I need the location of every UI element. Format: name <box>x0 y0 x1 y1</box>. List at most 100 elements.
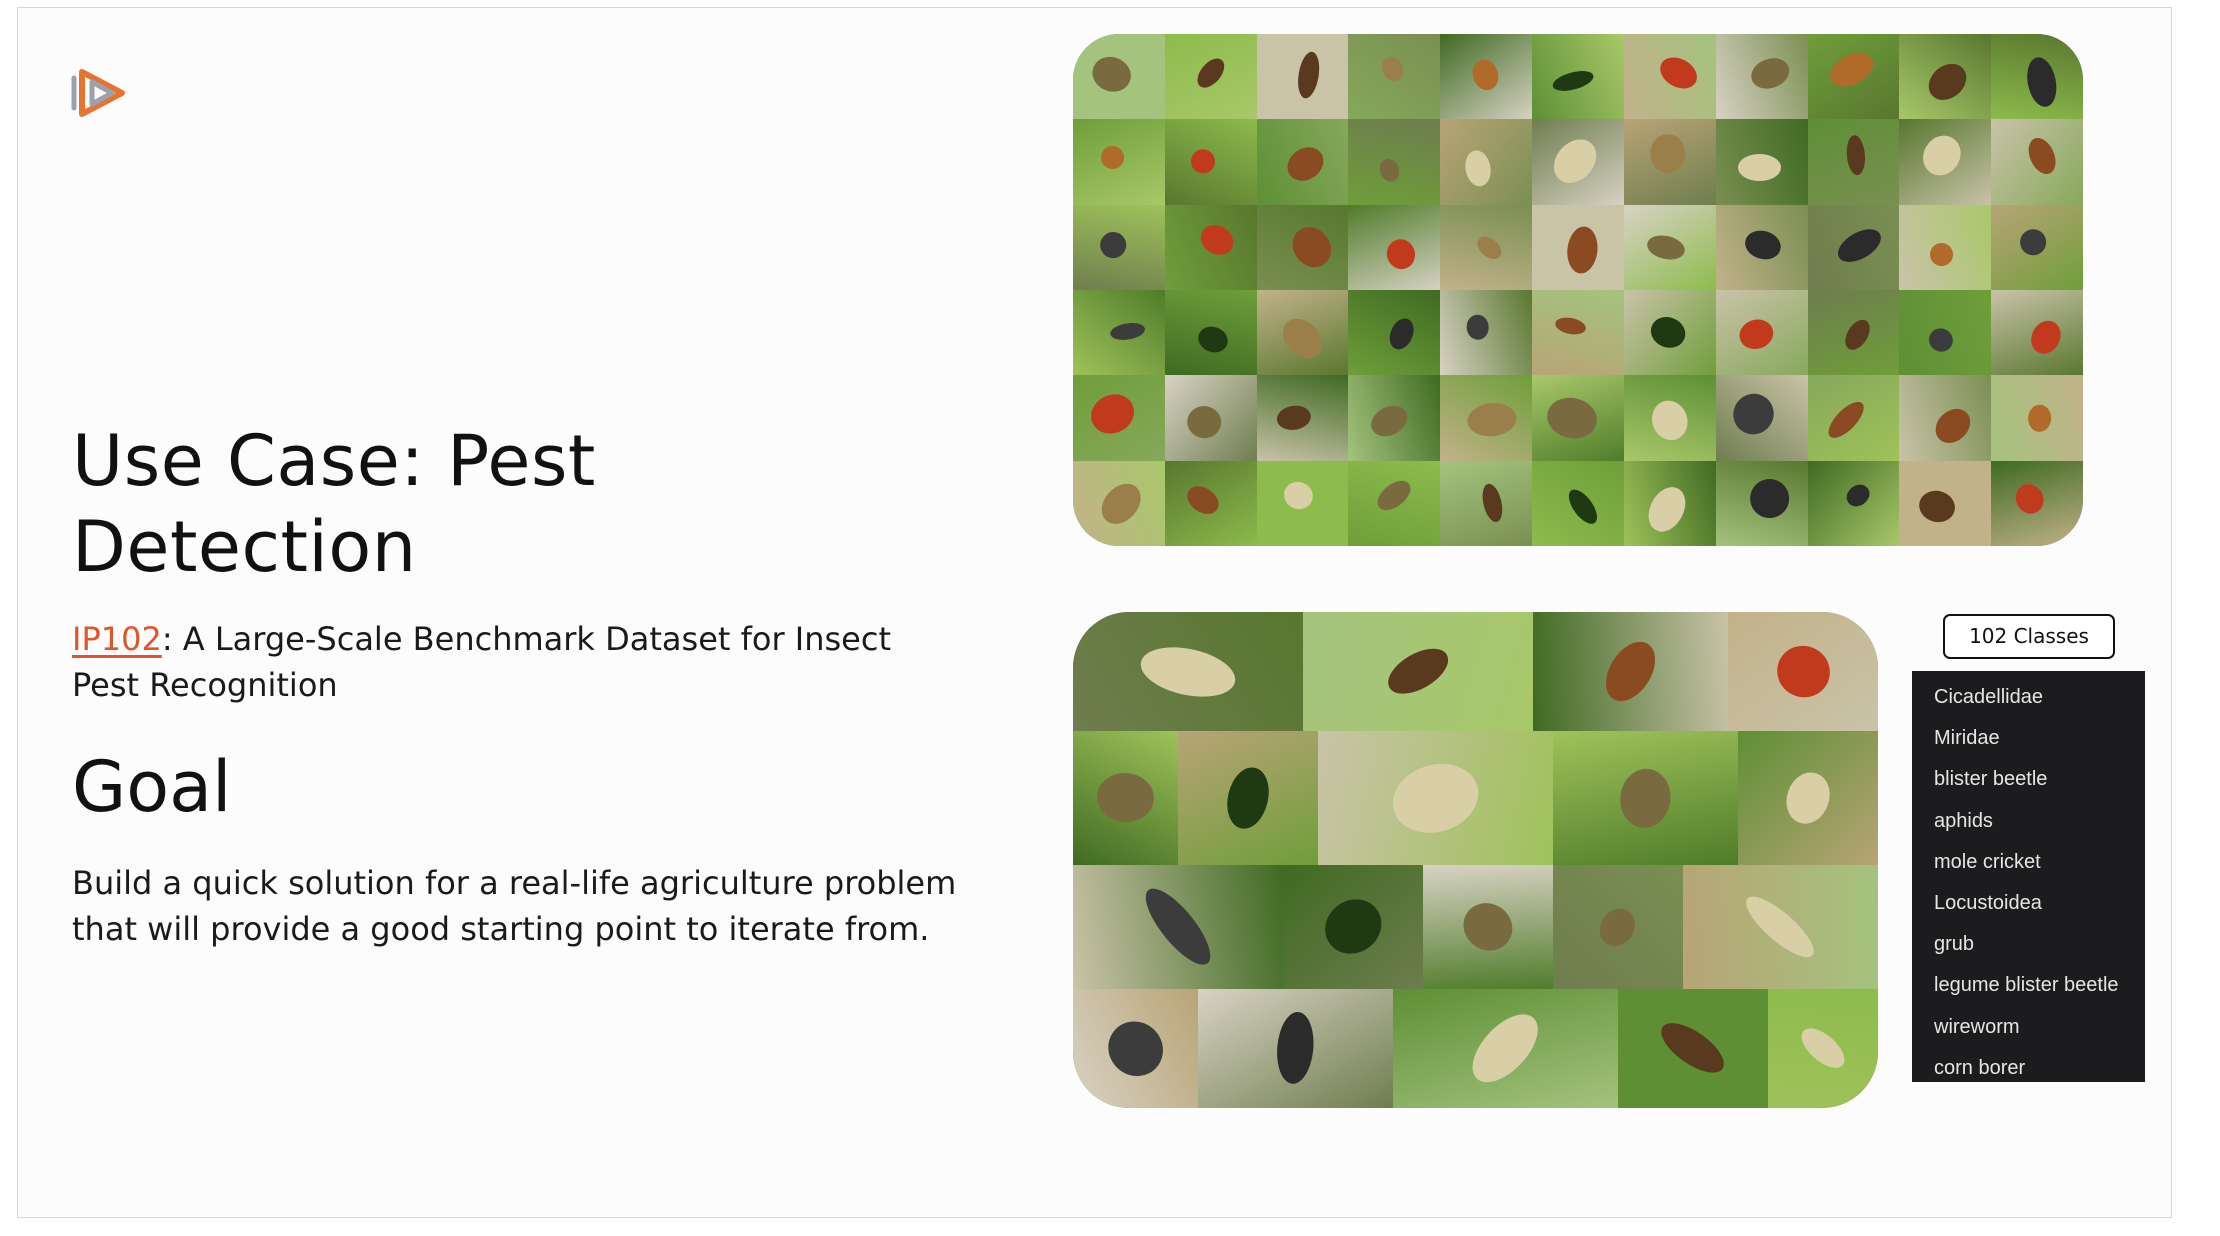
insect-photo <box>1532 375 1625 462</box>
insect-photo <box>1256 460 1350 546</box>
insect-photo <box>1440 34 1534 121</box>
insect-photo <box>1623 290 1717 377</box>
insect-photo <box>1164 204 1258 291</box>
insect-photo <box>1073 204 1166 291</box>
insect-photo <box>1768 988 1878 1108</box>
insect-photo <box>1073 460 1166 546</box>
insect-photo <box>1899 34 1993 121</box>
insect-photo <box>1164 375 1258 462</box>
insect-image-grid <box>1073 34 2083 546</box>
insect-photo <box>1715 460 1809 546</box>
insect-photo <box>1256 375 1350 462</box>
insect-photo <box>1440 119 1534 206</box>
insect-photo <box>1440 290 1534 377</box>
insect-photo <box>1423 864 1554 990</box>
insect-photo <box>1440 375 1534 462</box>
insect-photo <box>1553 864 1684 990</box>
insect-photo <box>1991 460 2083 546</box>
insect-photo <box>1073 375 1166 462</box>
insect-photo <box>1715 290 1809 377</box>
insect-photo <box>1073 731 1179 866</box>
insect-photo <box>1073 290 1166 377</box>
insect-photo <box>1283 864 1424 990</box>
insect-photo <box>1164 34 1258 121</box>
insect-photo <box>1533 612 1729 733</box>
insect-photo <box>1991 119 2083 206</box>
insect-photo <box>1553 731 1739 866</box>
insect-photo <box>1807 119 1901 206</box>
insect-photo <box>1899 460 1993 546</box>
insect-photo <box>1532 204 1625 291</box>
insect-photo <box>1899 290 1993 377</box>
slide-title: Use Case: Pest Detection <box>72 420 596 588</box>
insect-photo <box>1715 119 1809 206</box>
insect-photo <box>1899 375 1993 462</box>
insect-photo <box>1623 34 1717 121</box>
slide: Use Case: Pest Detection IP102: A Large-… <box>17 7 2172 1218</box>
insect-photo <box>1256 34 1350 121</box>
insect-photo <box>1991 290 2083 377</box>
class-list-item: Miridae <box>1934 727 2000 750</box>
class-list: Cicadellidae Miridae blister beetle aphids m… <box>1912 671 2145 1082</box>
insect-photo <box>1532 290 1625 377</box>
insect-photo <box>1348 34 1442 121</box>
class-list-item: mole cricket <box>1934 850 2041 873</box>
insect-photo <box>1348 460 1442 546</box>
insect-photo <box>1715 375 1809 462</box>
insect-photo <box>1256 290 1350 377</box>
insect-photo <box>1318 731 1554 866</box>
insect-photo <box>1073 119 1166 206</box>
insect-photo <box>1623 375 1717 462</box>
insect-photo <box>1532 460 1625 546</box>
class-list-item: grub <box>1934 933 1975 956</box>
slide-subtitle: IP102: A Large-Scale Benchmark Dataset f… <box>72 616 932 708</box>
insect-photo <box>1738 731 1878 866</box>
insect-photo <box>1532 119 1625 206</box>
insect-photo <box>1807 204 1901 291</box>
insect-photo <box>1899 204 1993 291</box>
insect-photo <box>1715 204 1809 291</box>
goal-heading: Goal <box>72 746 232 828</box>
insect-photo <box>1303 612 1534 733</box>
class-list-item: legume blister beetle <box>1934 974 2119 997</box>
insect-photo <box>1164 119 1258 206</box>
insect-photo <box>1256 119 1350 206</box>
goal-description: Build a quick solution for a real-life a… <box>72 864 957 948</box>
insect-photo <box>1807 375 1901 462</box>
insect-photo <box>1348 204 1442 291</box>
class-list-item: Locustoidea <box>1934 891 2042 914</box>
insect-photo <box>1991 204 2083 291</box>
insect-photo <box>1623 204 1717 291</box>
insect-photo <box>1073 612 1304 733</box>
class-list-item: blister beetle <box>1934 768 2048 791</box>
insect-photo <box>1178 731 1319 866</box>
class-list-item: wireworm <box>1934 1015 2020 1038</box>
insect-photo <box>1348 375 1442 462</box>
insect-photo <box>1440 460 1534 546</box>
insect-photo <box>1728 612 1878 733</box>
insect-photo <box>1899 119 1993 206</box>
insect-photo <box>1164 460 1258 546</box>
insect-photo <box>1623 460 1717 546</box>
insect-photo <box>1256 204 1350 291</box>
insect-photo <box>1715 34 1809 121</box>
class-list-item: corn borer <box>1934 1056 2026 1079</box>
subtitle-text: : A Large-Scale Benchmark Dataset for In… <box>72 620 891 704</box>
insect-photo <box>1348 119 1442 206</box>
insect-photo <box>1073 988 1199 1108</box>
insect-photo <box>1532 34 1625 121</box>
insect-photo <box>1164 290 1258 377</box>
insect-photo <box>1807 34 1901 121</box>
insect-photo <box>1807 460 1901 546</box>
insect-photo <box>1807 290 1901 377</box>
class-list-item: aphids <box>1934 809 1993 832</box>
insect-photo <box>1073 864 1284 990</box>
insect-photo-collage <box>1073 612 1878 1108</box>
insect-photo <box>1618 988 1769 1108</box>
insect-photo <box>1440 204 1534 291</box>
classes-count-button[interactable]: 102 Classes <box>1943 614 2115 659</box>
insect-photo <box>1198 988 1394 1108</box>
insect-photo <box>1991 34 2083 121</box>
ip102-link[interactable]: IP102 <box>72 620 162 658</box>
class-list-item: Cicadellidae <box>1934 686 2043 708</box>
